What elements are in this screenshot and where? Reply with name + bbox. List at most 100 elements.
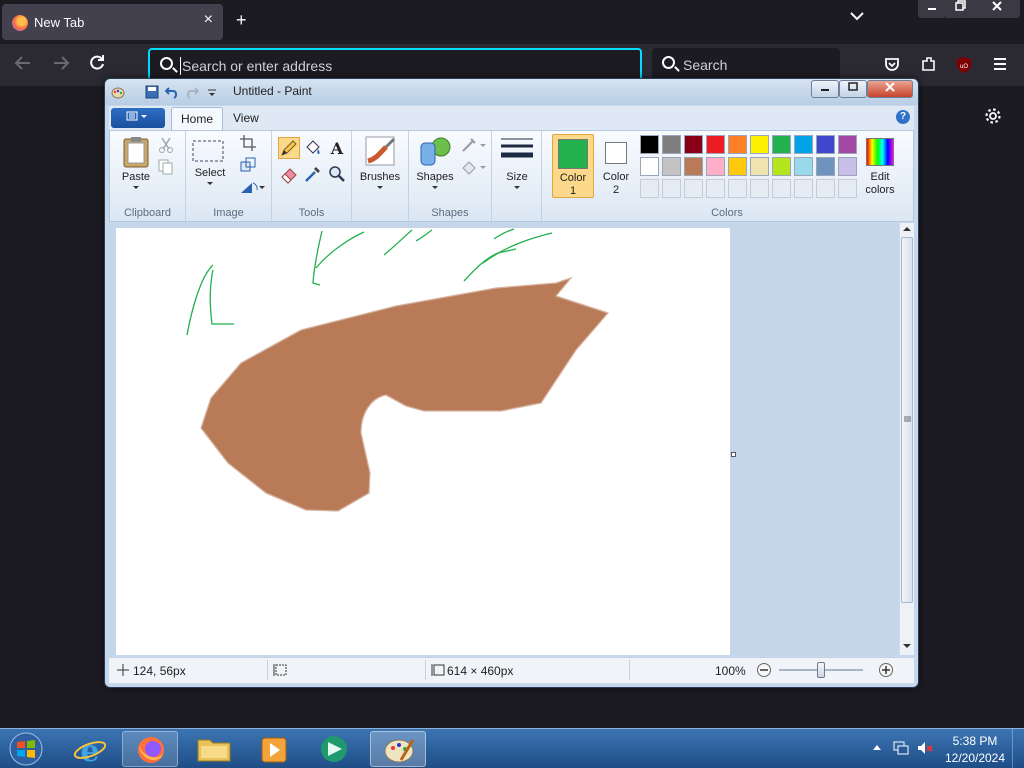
- copy-icon[interactable]: [156, 157, 178, 179]
- fill-bucket-icon[interactable]: [302, 137, 324, 159]
- palette-color-swatch[interactable]: [662, 135, 681, 154]
- taskbar-paint[interactable]: [370, 731, 426, 767]
- palette-color-swatch[interactable]: [684, 157, 703, 176]
- palette-empty-slot[interactable]: [662, 179, 681, 198]
- brushes-button[interactable]: Brushes: [356, 135, 404, 195]
- address-bar[interactable]: Search or enter address: [148, 48, 642, 82]
- customize-qat-icon[interactable]: [207, 85, 221, 99]
- menu-icon[interactable]: [992, 56, 1008, 77]
- size-button[interactable]: Size: [498, 135, 536, 195]
- resize-icon[interactable]: [238, 155, 260, 177]
- zoom-in-button[interactable]: [879, 663, 893, 677]
- palette-color-swatch[interactable]: [640, 135, 659, 154]
- list-all-tabs-icon[interactable]: [850, 8, 864, 26]
- palette-color-swatch[interactable]: [794, 157, 813, 176]
- palette-color-swatch[interactable]: [772, 135, 791, 154]
- tab-home[interactable]: Home: [171, 107, 223, 131]
- palette-color-swatch[interactable]: [706, 135, 725, 154]
- paint-close-button[interactable]: [867, 80, 913, 98]
- settings-gear-icon[interactable]: [984, 107, 1002, 130]
- palette-empty-slot[interactable]: [838, 179, 857, 198]
- close-button[interactable]: [974, 0, 1020, 18]
- clock-date[interactable]: 12/20/2024: [942, 751, 1008, 765]
- help-icon[interactable]: ?: [896, 110, 910, 124]
- tab-close-icon[interactable]: ×: [204, 11, 213, 29]
- volume-muted-icon[interactable]: [916, 739, 934, 757]
- drawing-canvas[interactable]: [116, 228, 730, 655]
- restore-button[interactable]: [946, 0, 974, 18]
- new-tab-button[interactable]: +: [236, 10, 247, 31]
- crop-icon[interactable]: [238, 133, 260, 155]
- start-button[interactable]: [6, 731, 46, 767]
- palette-color-swatch[interactable]: [772, 157, 791, 176]
- palette-empty-slot[interactable]: [684, 179, 703, 198]
- undo-icon[interactable]: [164, 85, 179, 99]
- fill-icon[interactable]: [459, 157, 487, 179]
- palette-color-swatch[interactable]: [816, 135, 835, 154]
- palette-color-swatch[interactable]: [750, 135, 769, 154]
- text-tool-icon[interactable]: A: [326, 137, 348, 159]
- pencil-icon[interactable]: [278, 137, 300, 159]
- palette-color-swatch[interactable]: [640, 157, 659, 176]
- ublock-origin-icon[interactable]: uO: [955, 56, 973, 79]
- tab-new-tab[interactable]: New Tab ×: [2, 4, 223, 40]
- clock-time[interactable]: 5:38 PM: [944, 734, 1006, 748]
- save-icon[interactable]: [145, 85, 159, 99]
- color2-button[interactable]: Color 2: [596, 134, 636, 198]
- palette-color-swatch[interactable]: [838, 157, 857, 176]
- palette-color-swatch[interactable]: [750, 157, 769, 176]
- palette-empty-slot[interactable]: [640, 179, 659, 198]
- magnifier-icon[interactable]: [326, 163, 348, 185]
- minimize-button[interactable]: [918, 0, 946, 18]
- extensions-icon[interactable]: [920, 55, 938, 78]
- paste-button[interactable]: Paste: [116, 135, 156, 195]
- color1-button[interactable]: Color 1: [552, 134, 594, 198]
- palette-empty-slot[interactable]: [816, 179, 835, 198]
- edit-colors-button[interactable]: Edit colors: [862, 134, 898, 198]
- cut-icon[interactable]: [156, 135, 178, 157]
- palette-color-swatch[interactable]: [838, 135, 857, 154]
- reload-icon[interactable]: [88, 54, 106, 77]
- vertical-scrollbar[interactable]: [899, 223, 914, 655]
- back-icon[interactable]: [14, 54, 32, 77]
- palette-color-swatch[interactable]: [816, 157, 835, 176]
- palette-color-swatch[interactable]: [662, 157, 681, 176]
- taskbar-media-player[interactable]: [246, 731, 302, 767]
- tab-view[interactable]: View: [233, 111, 259, 125]
- pocket-icon[interactable]: [884, 56, 900, 77]
- palette-color-swatch[interactable]: [794, 135, 813, 154]
- scroll-up-icon[interactable]: [903, 226, 911, 232]
- color-picker-icon[interactable]: [302, 163, 324, 185]
- palette-color-swatch[interactable]: [728, 157, 747, 176]
- taskbar-media-center[interactable]: [306, 731, 362, 767]
- redo-icon[interactable]: [185, 85, 200, 99]
- palette-empty-slot[interactable]: [750, 179, 769, 198]
- show-hidden-icons-icon[interactable]: [872, 743, 882, 751]
- taskbar-internet-explorer[interactable]: e: [62, 731, 118, 768]
- palette-empty-slot[interactable]: [706, 179, 725, 198]
- scroll-thumb[interactable]: [901, 237, 913, 603]
- palette-color-swatch[interactable]: [684, 135, 703, 154]
- outline-icon[interactable]: [459, 135, 487, 157]
- show-desktop-button[interactable]: [1012, 729, 1024, 768]
- palette-empty-slot[interactable]: [772, 179, 791, 198]
- scroll-down-icon[interactable]: [903, 643, 911, 649]
- network-icon[interactable]: [892, 739, 910, 757]
- search-bar[interactable]: Search: [652, 48, 840, 82]
- palette-empty-slot[interactable]: [728, 179, 747, 198]
- taskbar-firefox[interactable]: [122, 731, 178, 767]
- zoom-slider-thumb[interactable]: [817, 662, 825, 678]
- eraser-icon[interactable]: [278, 163, 300, 185]
- paint-app-icon[interactable]: [111, 85, 125, 99]
- select-button[interactable]: Select: [190, 135, 230, 195]
- forward-icon[interactable]: [52, 54, 70, 77]
- shapes-button[interactable]: Shapes: [413, 135, 457, 195]
- palette-color-swatch[interactable]: [706, 157, 725, 176]
- rotate-icon[interactable]: [238, 177, 265, 199]
- zoom-out-button[interactable]: [757, 663, 771, 677]
- canvas-resize-handle[interactable]: [731, 452, 736, 457]
- paint-minimize-button[interactable]: [811, 80, 839, 98]
- paint-menu-button[interactable]: [111, 108, 165, 128]
- palette-empty-slot[interactable]: [794, 179, 813, 198]
- paint-maximize-button[interactable]: [839, 80, 867, 98]
